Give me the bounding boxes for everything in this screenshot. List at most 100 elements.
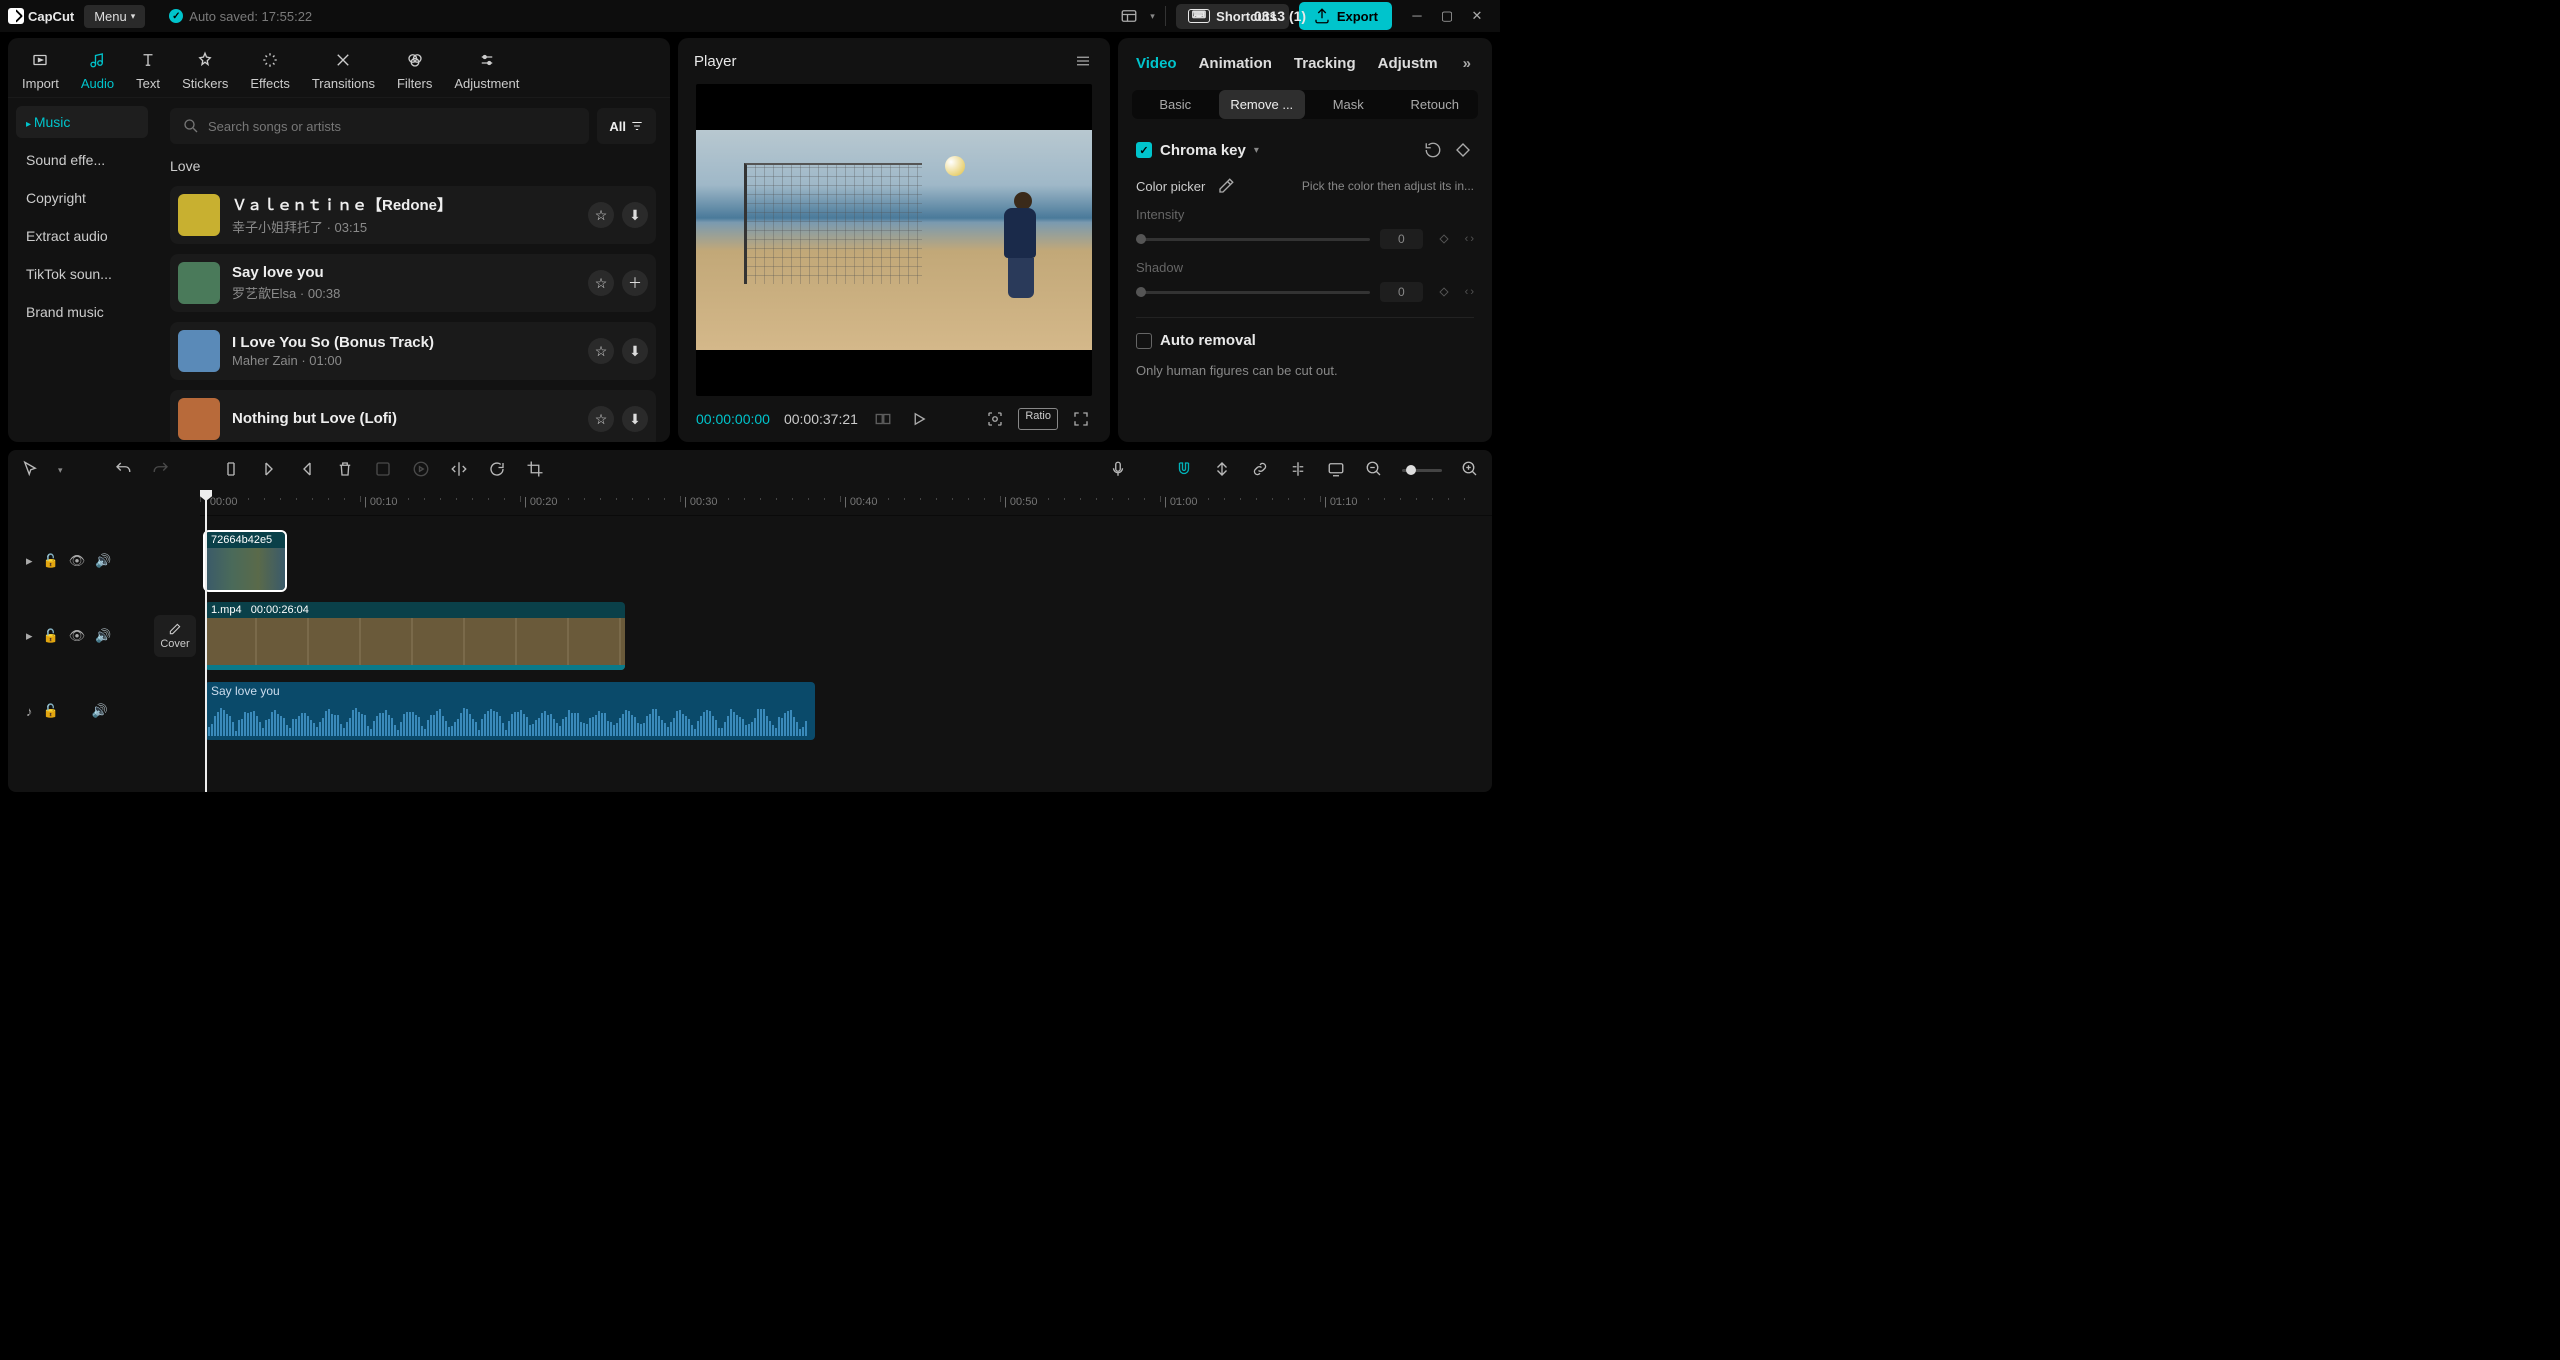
tab-animation[interactable]: Animation — [1199, 55, 1272, 72]
fullscreen-button[interactable] — [1070, 408, 1092, 430]
layout-button[interactable] — [1118, 5, 1140, 27]
eyedropper-button[interactable] — [1215, 175, 1237, 197]
more-button[interactable]: » — [1460, 52, 1474, 74]
song-row[interactable]: Nothing but Love (Lofi) ☆ ⬇ — [170, 390, 656, 442]
undo-button[interactable] — [113, 460, 133, 481]
freeze-button[interactable] — [411, 460, 431, 481]
tab-text[interactable]: Text — [136, 48, 160, 91]
mic-button[interactable] — [1108, 460, 1128, 481]
close-button[interactable]: ✕ — [1470, 8, 1484, 24]
filter-all-button[interactable]: All — [597, 108, 656, 144]
cover-button[interactable]: Cover — [154, 615, 196, 657]
reset-button[interactable] — [1422, 139, 1444, 161]
player-menu-button[interactable] — [1072, 50, 1094, 72]
next-keyframe[interactable]: › — [1470, 233, 1474, 245]
magnet-button[interactable] — [1174, 460, 1194, 481]
favorite-button[interactable]: ☆ — [588, 270, 614, 296]
auto-removal-checkbox[interactable] — [1136, 333, 1152, 349]
lock-icon[interactable]: 🔓 — [43, 628, 59, 644]
zoom-slider[interactable] — [1402, 469, 1442, 472]
tab-stickers[interactable]: Stickers — [182, 48, 228, 91]
preview-button[interactable] — [1326, 460, 1346, 481]
tab-adjustment[interactable]: Adjustment — [454, 48, 519, 91]
mute-icon[interactable]: 🔊 — [95, 553, 111, 569]
prev-keyframe[interactable]: ‹ — [1465, 286, 1469, 298]
prev-keyframe[interactable]: ‹ — [1465, 233, 1469, 245]
chroma-key-checkbox[interactable] — [1136, 142, 1152, 158]
zoom-out-button[interactable] — [1364, 460, 1384, 481]
timeline[interactable]: | 00:00| 00:10| 00:20| 00:30| 00:40| 00:… — [8, 490, 1492, 792]
ratio-button[interactable]: Ratio — [1018, 408, 1058, 430]
tab-video[interactable]: Video — [1136, 55, 1177, 72]
tab-tracking[interactable]: Tracking — [1294, 55, 1356, 72]
tab-effects[interactable]: Effects — [250, 48, 290, 91]
lock-icon[interactable]: 🔓 — [43, 553, 59, 569]
clip-video-1[interactable]: 1.mp4 00:00:26:04 — [205, 602, 625, 670]
visibility-icon[interactable]: 👁 — [69, 553, 86, 569]
mute-icon[interactable]: 🔊 — [95, 628, 111, 644]
clip-video-2[interactable]: 72664b42e5 — [205, 532, 285, 590]
sidebar-item-brand[interactable]: Brand music — [16, 296, 148, 328]
redo-button[interactable] — [151, 460, 171, 481]
lock-icon[interactable]: 🔓 — [43, 703, 59, 719]
mirror-button[interactable] — [449, 460, 469, 481]
crop-button[interactable] — [525, 460, 545, 481]
shadow-value[interactable]: 0 — [1380, 282, 1423, 302]
tab-audio[interactable]: Audio — [81, 48, 114, 91]
keyframe-button[interactable] — [1433, 228, 1455, 250]
play-button[interactable] — [908, 408, 930, 430]
keyframe-button[interactable] — [1452, 139, 1474, 161]
subtab-retouch[interactable]: Retouch — [1392, 90, 1479, 119]
search-input[interactable]: Search songs or artists — [170, 108, 589, 144]
group-button[interactable] — [373, 460, 393, 481]
song-row[interactable]: Say love you 罗艺歆Elsa · 00:38 ☆ ＋ — [170, 254, 656, 312]
mute-icon[interactable]: 🔊 — [92, 703, 108, 719]
snap-button[interactable] — [1212, 460, 1232, 481]
download-button[interactable]: ⬇ — [622, 406, 648, 432]
split-button[interactable] — [221, 460, 241, 481]
subtab-basic[interactable]: Basic — [1132, 90, 1219, 119]
scan-button[interactable] — [984, 408, 1006, 430]
sidebar-item-music[interactable]: Music — [16, 106, 148, 138]
intensity-slider[interactable] — [1136, 238, 1370, 241]
next-keyframe[interactable]: › — [1470, 286, 1474, 298]
delete-button[interactable] — [335, 460, 355, 481]
playhead[interactable] — [205, 490, 207, 792]
sidebar-item-copyright[interactable]: Copyright — [16, 182, 148, 214]
export-button[interactable]: Export — [1299, 2, 1392, 30]
song-row[interactable]: I Love You So (Bonus Track) Maher Zain ·… — [170, 322, 656, 380]
tab-adjustm[interactable]: Adjustm — [1378, 55, 1438, 72]
shadow-slider[interactable] — [1136, 291, 1370, 294]
tab-transitions[interactable]: Transitions — [312, 48, 375, 91]
link-button[interactable] — [1250, 460, 1270, 481]
rotate-button[interactable] — [487, 460, 507, 481]
zoom-fit-button[interactable] — [1460, 460, 1480, 481]
trim-left-button[interactable] — [259, 460, 279, 481]
tab-import[interactable]: Import — [22, 48, 59, 91]
align-button[interactable] — [1288, 460, 1308, 481]
compare-button[interactable] — [872, 408, 894, 430]
trim-right-button[interactable] — [297, 460, 317, 481]
menu-button[interactable]: Menu ▾ — [84, 5, 145, 28]
subtab-remove[interactable]: Remove ... — [1219, 90, 1306, 119]
favorite-button[interactable]: ☆ — [588, 338, 614, 364]
player-viewport[interactable] — [696, 84, 1092, 396]
clip-audio[interactable]: Say love you — [205, 682, 815, 740]
add-button[interactable]: ＋ — [622, 270, 648, 296]
song-row[interactable]: Ｖａｌｅｎｔｉｎｅ【Redone】 幸子小姐拜托了 · 03:15 ☆ ⬇ — [170, 186, 656, 244]
visibility-icon[interactable]: 👁 — [69, 628, 86, 644]
favorite-button[interactable]: ☆ — [588, 406, 614, 432]
subtab-mask[interactable]: Mask — [1305, 90, 1392, 119]
download-button[interactable]: ⬇ — [622, 202, 648, 228]
keyframe-button[interactable] — [1433, 281, 1455, 303]
intensity-value[interactable]: 0 — [1380, 229, 1423, 249]
selection-tool[interactable] — [20, 460, 40, 481]
minimize-button[interactable]: ─ — [1410, 8, 1424, 24]
sidebar-item-sound[interactable]: Sound effe... — [16, 144, 148, 176]
download-button[interactable]: ⬇ — [622, 338, 648, 364]
maximize-button[interactable]: ▢ — [1440, 8, 1454, 24]
sidebar-item-tiktok[interactable]: TikTok soun... — [16, 258, 148, 290]
sidebar-item-extract[interactable]: Extract audio — [16, 220, 148, 252]
favorite-button[interactable]: ☆ — [588, 202, 614, 228]
tab-filters[interactable]: Filters — [397, 48, 432, 91]
